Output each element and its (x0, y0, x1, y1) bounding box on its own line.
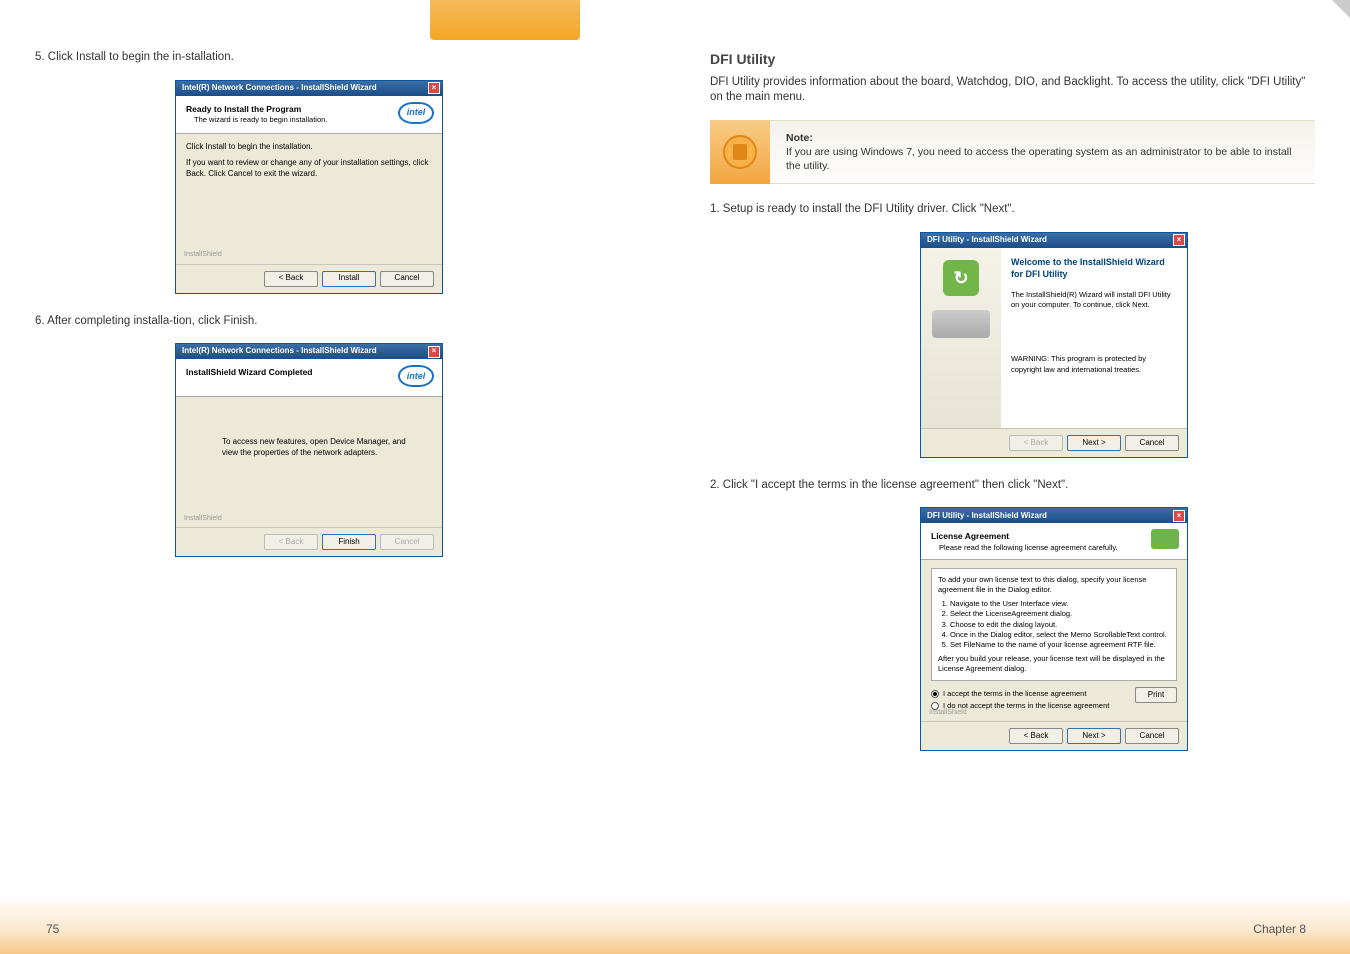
dialog-title: DFI Utility - InstallShield Wizard (927, 511, 1047, 522)
titlebar: Intel(R) Network Connections - InstallSh… (176, 81, 442, 96)
intel-dialog-ready: Intel(R) Network Connections - InstallSh… (175, 80, 443, 294)
lic-intro: To add your own license text to this dia… (938, 575, 1170, 595)
body-line2: If you want to review or change any of y… (186, 158, 432, 180)
titlebar: Intel(R) Network Connections - InstallSh… (176, 344, 442, 359)
installshield-label: InstallShield (929, 708, 967, 717)
dfi-dialog-license: DFI Utility - InstallShield Wizard × Lic… (920, 507, 1188, 751)
dialog-footer: < Back Next > Cancel (921, 721, 1187, 750)
close-icon[interactable]: × (428, 346, 440, 358)
welcome-title: Welcome to the InstallShield Wizard for … (1011, 256, 1177, 280)
cancel-button[interactable]: Cancel (1125, 435, 1179, 451)
dfi-dialog-welcome: DFI Utility - InstallShield Wizard × ↻ W… (920, 232, 1188, 458)
lic-item: Select the LicenseAgreement dialog. (950, 609, 1170, 619)
footer-wave (0, 894, 1350, 954)
welcome-main: Welcome to the InstallShield Wizard for … (1001, 248, 1187, 428)
dialog-footer: < Back Finish Cancel (176, 527, 442, 556)
body-text: To access new features, open Device Mana… (222, 437, 412, 459)
close-icon[interactable]: × (1173, 234, 1185, 246)
lic-item: Set FileName to the name of your license… (950, 640, 1170, 650)
lic-item: Navigate to the User Interface view. (950, 599, 1170, 609)
header-bold: InstallShield Wizard Completed (186, 367, 432, 378)
header-bold: License Agreement (931, 531, 1177, 542)
back-button: < Back (1009, 435, 1063, 451)
close-icon[interactable]: × (1173, 510, 1185, 522)
back-button[interactable]: < Back (264, 271, 318, 287)
back-button[interactable]: < Back (1009, 728, 1063, 744)
step1-text: 1. Setup is ready to install the DFI Uti… (710, 202, 1315, 218)
page-number: 75 (46, 922, 59, 936)
step5-text: 5. Click Install to begin the in-stallat… (35, 50, 640, 66)
radio-reject-label: I do not accept the terms in the license… (943, 701, 1109, 711)
dialog-header: License Agreement Please read the follow… (921, 523, 1187, 560)
chapter-label: Chapter 8 (1253, 922, 1306, 936)
next-button[interactable]: Next > (1067, 728, 1121, 744)
close-icon[interactable]: × (428, 82, 440, 94)
print-button[interactable]: Print (1135, 687, 1177, 703)
intel-dialog-completed: Intel(R) Network Connections - InstallSh… (175, 343, 443, 557)
back-button: < Back (264, 534, 318, 550)
note-side (710, 120, 770, 185)
cancel-button[interactable]: Cancel (1125, 728, 1179, 744)
install-button[interactable]: Install (322, 271, 376, 287)
note-icon (723, 135, 757, 169)
installshield-label: InstallShield (184, 250, 222, 259)
cancel-button: Cancel (380, 534, 434, 550)
lic-item: Choose to edit the dialog layout. (950, 620, 1170, 630)
dfi-badge-icon (1151, 529, 1179, 549)
dialog-header: Ready to Install the Program The wizard … (176, 96, 442, 134)
header-bold: Ready to Install the Program (186, 104, 432, 115)
welcome-warn: WARNING: This program is protected by co… (1011, 354, 1177, 374)
lic-after: After you build your release, your licen… (938, 654, 1170, 674)
lic-list: Navigate to the User Interface view. Sel… (950, 599, 1170, 650)
computer-silhouette-icon (932, 310, 990, 338)
chapter-tab (430, 0, 580, 40)
header-sub: Please read the following license agreem… (931, 543, 1177, 553)
section-title: DFI Utility (710, 50, 1315, 69)
body-line1: Click Install to begin the installation. (186, 142, 432, 153)
cancel-button[interactable]: Cancel (380, 271, 434, 287)
titlebar: DFI Utility - InstallShield Wizard × (921, 233, 1187, 248)
dialog-body: To add your own license text to this dia… (921, 560, 1187, 721)
radio-accept-label: I accept the terms in the license agreem… (943, 689, 1086, 699)
license-textbox[interactable]: To add your own license text to this dia… (931, 568, 1177, 681)
dialog-header: InstallShield Wizard Completed intel (176, 359, 442, 397)
intel-logo-icon: intel (398, 365, 434, 387)
dialog-title: DFI Utility - InstallShield Wizard (927, 235, 1047, 246)
next-button[interactable]: Next > (1067, 435, 1121, 451)
installshield-label: InstallShield (184, 514, 222, 523)
step6-text: 6. After completing installa-tion, click… (35, 314, 640, 330)
dialog-title: Intel(R) Network Connections - InstallSh… (182, 346, 377, 357)
lic-item: Once in the Dialog editor, select the Me… (950, 630, 1170, 640)
titlebar: DFI Utility - InstallShield Wizard × (921, 508, 1187, 523)
note-banner: Note: If you are using Windows 7, you ne… (710, 120, 1315, 185)
dialog-body: ↻ Welcome to the InstallShield Wizard fo… (921, 248, 1187, 428)
intro-text: DFI Utility provides information about t… (710, 75, 1315, 106)
radio-accept-row[interactable]: I accept the terms in the license agreem… (931, 689, 1109, 699)
finish-button[interactable]: Finish (322, 534, 376, 550)
step2-text: 2. Click "I accept the terms in the lice… (710, 478, 1315, 494)
welcome-line1: The InstallShield(R) Wizard will install… (1011, 290, 1177, 310)
setup-box-icon: ↻ (943, 260, 979, 296)
dialog-title: Intel(R) Network Connections - InstallSh… (182, 83, 377, 94)
dialog-footer: < Back Install Cancel (176, 264, 442, 293)
dialog-body: To access new features, open Device Mana… (176, 397, 442, 527)
right-column: DFI Utility DFI Utility provides informa… (675, 50, 1350, 930)
note-label: Note: (786, 132, 813, 144)
welcome-sidebar: ↻ (921, 248, 1001, 428)
page-corner (1332, 0, 1350, 18)
note-text: If you are using Windows 7, you need to … (786, 146, 1291, 172)
intel-logo-icon: intel (398, 102, 434, 124)
dialog-footer: < Back Next > Cancel (921, 428, 1187, 457)
note-body: Note: If you are using Windows 7, you ne… (770, 120, 1315, 185)
header-sub: The wizard is ready to begin installatio… (186, 115, 432, 125)
dialog-body: Click Install to begin the installation.… (176, 134, 442, 264)
radio-icon[interactable] (931, 690, 939, 698)
left-column: 5. Click Install to begin the in-stallat… (0, 50, 675, 930)
